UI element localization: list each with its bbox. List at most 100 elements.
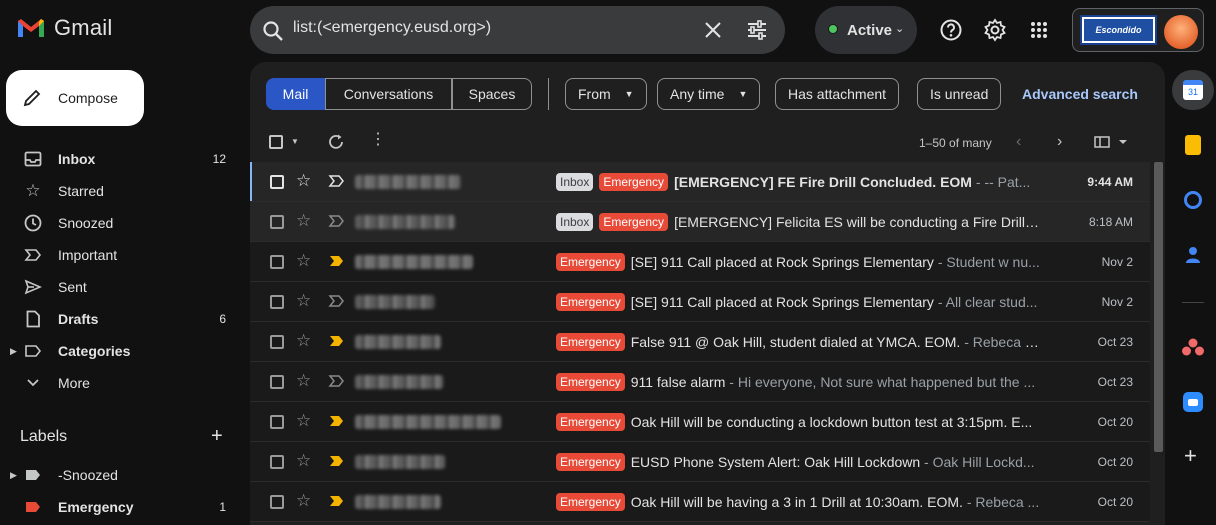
label-chip-emergency[interactable]: Emergency <box>556 413 625 431</box>
importance-marker-icon[interactable] <box>328 491 346 511</box>
importance-marker-icon[interactable] <box>328 171 346 191</box>
star-icon[interactable]: ☆ <box>296 451 311 471</box>
organization-logo-text: Escondido <box>1084 19 1153 41</box>
star-icon[interactable]: ☆ <box>296 331 311 351</box>
row-checkbox[interactable] <box>270 375 284 389</box>
star-icon[interactable]: ☆ <box>296 371 311 391</box>
previous-page-icon[interactable]: ‹ <box>1016 133 1021 151</box>
star-icon[interactable]: ☆ <box>296 291 311 311</box>
create-label-plus-icon[interactable]: + <box>211 425 223 448</box>
sidebar-item-more[interactable]: More <box>0 367 240 399</box>
label-chip-emergency[interactable]: Emergency <box>556 373 625 391</box>
email-row[interactable]: ☆ Emergency False 911 @ Oak Hill, student … <box>250 322 1150 362</box>
row-checkbox[interactable] <box>270 215 284 229</box>
search-input[interactable]: list:(<emergency.eusd.org>) <box>293 19 491 37</box>
expand-arrow-icon[interactable]: ▶ <box>10 346 17 357</box>
row-checkbox[interactable] <box>270 255 284 269</box>
label-chip-emergency[interactable]: Emergency <box>556 293 625 311</box>
tab-spaces[interactable]: Spaces <box>452 78 532 110</box>
more-options-icon[interactable]: ⋮ <box>370 131 386 149</box>
importance-marker-icon[interactable] <box>328 371 346 391</box>
star-icon[interactable]: ☆ <box>296 211 311 231</box>
email-subject-line: Emergency [SE] 911 Call placed at Rock Sp… <box>556 282 1040 322</box>
sidebar-item-categories[interactable]: ▶ Categories <box>0 335 240 367</box>
sender-name-redacted <box>355 175 461 189</box>
importance-marker-icon[interactable] <box>328 211 346 231</box>
google-calendar-icon[interactable]: 31 <box>1180 77 1206 103</box>
email-row[interactable]: ☆ Emergency Oak Hill will be conducting a … <box>250 402 1150 442</box>
filter-from[interactable]: From ▼ <box>565 78 647 110</box>
email-row[interactable]: ☆ Emergency [SE] 911 Call placed at Rock S… <box>250 242 1150 282</box>
filter-has-attachment[interactable]: Has attachment <box>775 78 900 110</box>
help-icon[interactable] <box>939 18 963 42</box>
select-dropdown-arrow-icon[interactable]: ▼ <box>291 137 299 146</box>
tab-conversations[interactable]: Conversations <box>325 78 452 110</box>
asana-app-icon[interactable] <box>1180 334 1206 360</box>
label-chip-emergency[interactable]: Emergency <box>556 453 625 471</box>
compose-button[interactable]: Compose <box>6 70 144 126</box>
row-checkbox[interactable] <box>270 415 284 429</box>
importance-marker-icon[interactable] <box>328 291 346 311</box>
advanced-search-link[interactable]: Advanced search <box>1022 86 1138 102</box>
sender-name-redacted <box>355 255 473 269</box>
filter-any-time[interactable]: Any time ▼ <box>657 78 761 110</box>
sender-name-redacted <box>355 455 445 469</box>
label-chip-emergency[interactable]: Emergency <box>556 253 625 271</box>
filter-is-unread[interactable]: Is unread <box>917 78 1002 110</box>
email-row[interactable]: ☆ Emergency [SE] 911 Call placed at Rock S… <box>250 282 1150 322</box>
label-chip-emergency[interactable]: Emergency <box>599 213 669 231</box>
label-chip-emergency[interactable]: Emergency <box>556 493 625 511</box>
importance-marker-icon[interactable] <box>328 251 346 271</box>
importance-marker-icon[interactable] <box>328 411 346 431</box>
email-row[interactable]: ☆ Emergency Oak Hill will be having a 3 in… <box>250 482 1150 522</box>
refresh-icon[interactable] <box>327 133 345 151</box>
settings-gear-icon[interactable] <box>983 18 1007 42</box>
email-row[interactable]: ☆ Emergency 911 false alarm - Hi everyone,… <box>250 362 1150 402</box>
row-checkbox[interactable] <box>270 495 284 509</box>
label-chip-inbox[interactable]: Inbox <box>556 213 594 231</box>
sidebar-item-sent[interactable]: Sent <box>0 271 240 303</box>
main-menu-icon[interactable] <box>0 20 8 40</box>
importance-marker-icon[interactable] <box>328 331 346 351</box>
sidebar-item-inbox[interactable]: Inbox 12 <box>0 143 240 175</box>
apps-grid-icon[interactable] <box>1030 21 1048 39</box>
expand-arrow-icon[interactable]: ▶ <box>10 470 17 481</box>
search-options-icon[interactable] <box>746 19 768 41</box>
star-icon[interactable]: ☆ <box>296 491 311 511</box>
email-snippet: - All clear stud... <box>933 294 1038 310</box>
row-checkbox[interactable] <box>270 175 284 189</box>
next-page-icon[interactable]: › <box>1057 133 1062 151</box>
sidebar-label-snoozed[interactable]: ▶ -Snoozed <box>0 459 240 491</box>
email-row[interactable]: ☆ Emergency EUSD Phone System Alert: Oak H… <box>250 442 1150 482</box>
zoom-app-icon[interactable] <box>1180 389 1206 415</box>
google-keep-icon[interactable] <box>1180 132 1206 158</box>
google-tasks-icon[interactable] <box>1180 187 1206 213</box>
account-avatar[interactable] <box>1164 15 1198 49</box>
row-checkbox[interactable] <box>270 335 284 349</box>
star-icon[interactable]: ☆ <box>296 251 311 271</box>
gmail-logo[interactable]: Gmail <box>16 15 112 41</box>
label-chip-inbox[interactable]: Inbox <box>556 173 594 191</box>
email-row[interactable]: ☆ Inbox Emergency [EMERGENCY] Felicita ES w… <box>250 202 1150 242</box>
clear-search-icon[interactable] <box>704 21 722 39</box>
row-checkbox[interactable] <box>270 455 284 469</box>
label-chip-emergency[interactable]: Emergency <box>556 333 625 351</box>
label-chip-emergency[interactable]: Emergency <box>599 173 669 191</box>
row-checkbox[interactable] <box>270 295 284 309</box>
importance-marker-icon[interactable] <box>328 451 346 471</box>
sidebar-item-snoozed[interactable]: Snoozed <box>0 207 240 239</box>
star-icon[interactable]: ☆ <box>296 411 311 431</box>
google-contacts-icon[interactable] <box>1180 242 1206 268</box>
sidebar-label-emergency[interactable]: Emergency 1 <box>0 491 240 523</box>
sidebar-item-drafts[interactable]: Drafts 6 <box>0 303 240 335</box>
get-addons-plus-icon[interactable]: + <box>1184 443 1197 469</box>
sidebar-item-important[interactable]: Important <box>0 239 240 271</box>
star-icon[interactable]: ☆ <box>296 171 311 191</box>
search-icon[interactable] <box>262 20 284 42</box>
split-pane-toggle-icon[interactable] <box>1094 135 1128 149</box>
email-row[interactable]: ☆ Inbox Emergency [EMERGENCY] FE Fire Drill… <box>250 162 1150 202</box>
select-all-checkbox[interactable] <box>269 135 283 149</box>
tab-mail[interactable]: Mail <box>266 78 325 110</box>
scrollbar[interactable] <box>1154 162 1163 452</box>
sidebar-item-starred[interactable]: ☆ Starred <box>0 175 240 207</box>
